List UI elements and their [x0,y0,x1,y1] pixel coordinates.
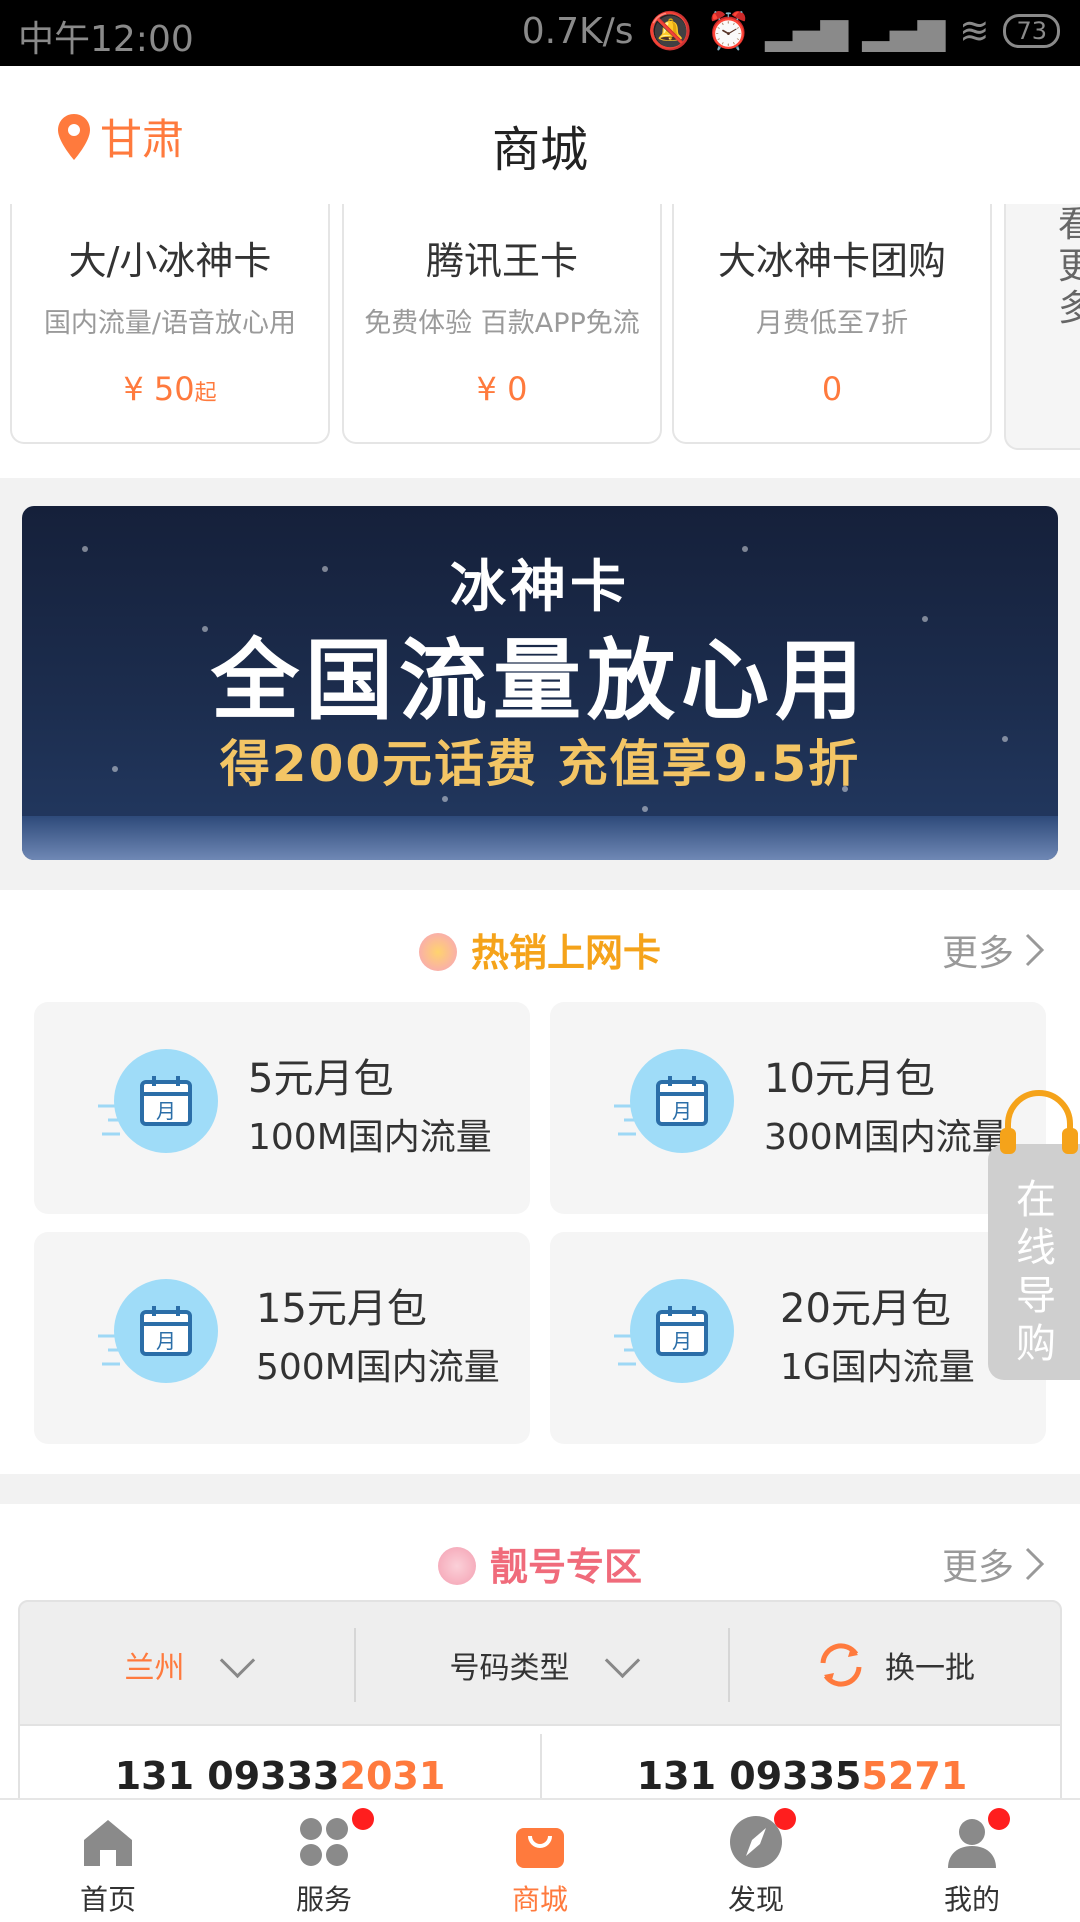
product-desc: 月费低至7折 [755,308,909,339]
package-detail: 100M国内流量 [248,1117,492,1158]
online-guide-button[interactable]: 在线导购 [988,1088,1080,1380]
chevron-right-icon [1025,1547,1045,1581]
chevron-down-icon [604,1642,640,1678]
notification-badge [774,1808,796,1830]
location-pin-icon [58,113,90,160]
promo-banner[interactable]: 冰神卡 全国流量放心用 得200元话费 充值享9.5折 [22,506,1058,860]
product-card[interactable]: 腾讯王卡 免费体验 百款APP免流 ¥ 0 [342,204,662,444]
headset-icon [1000,1090,1078,1154]
see-more-label: 看更多 [1058,204,1080,329]
svg-text:月: 月 [156,1329,176,1353]
wifi-icon: ≋ [959,10,990,52]
calendar-icon: 月 [98,1279,218,1383]
package-card[interactable]: 月 20元月包 1G国内流量 [550,1232,1046,1444]
crown-icon [437,1546,476,1585]
mute-icon: 🔕 [647,11,693,52]
hot-icon [418,932,457,971]
banner-offer: 得200元话费 充值享9.5折 [219,735,861,793]
bag-icon [516,1828,564,1868]
package-name: 15元月包 [256,1286,427,1332]
product-strip: 大/小冰神卡 国内流量/语音放心用 ¥ 50起 腾讯王卡 免费体验 百款APP免… [0,204,1080,478]
signal-icon-2: ▂▄▆ [862,10,946,52]
product-card[interactable]: 大/小冰神卡 国内流量/语音放心用 ¥ 50起 [10,204,330,444]
status-icons: 0.7K/s 🔕 ⏰ ▂▄▆ ▂▄▆ ≋ 73 [522,10,1060,52]
banner-headline: 全国流量放心用 [210,629,869,732]
signal-icon: ▂▄▆ [765,10,849,52]
number-filter-bar: 兰州 号码类型 换一批 [18,1600,1062,1726]
refresh-icon [820,1643,862,1687]
nav-home[interactable]: 首页 [0,1800,216,1922]
header: 商城 甘肃 [0,66,1080,205]
product-name: 大/小冰神卡 [68,239,272,283]
see-more-card[interactable]: 看更多 [1004,204,1080,450]
location-label: 甘肃 [100,115,185,164]
product-price: 0 [821,370,843,408]
package-detail: 500M国内流量 [256,1347,500,1388]
product-name: 腾讯王卡 [425,239,578,283]
package-detail: 1G国内流量 [780,1347,975,1388]
section-title: 热销上网卡 [0,922,1080,977]
home-icon [84,1820,132,1866]
numbers-more-link[interactable]: 更多 [942,1538,1046,1590]
status-bar: 中午12:00 0.7K/s 🔕 ⏰ ▂▄▆ ▂▄▆ ≋ 73 [0,0,1080,66]
package-card[interactable]: 月 15元月包 500M国内流量 [34,1232,530,1444]
package-card[interactable]: 月 10元月包 300M国内流量 [550,1002,1046,1214]
number-type-dropdown[interactable]: 号码类型 [356,1602,728,1728]
number-list: 131 093332031 131 093355271 [18,1726,1062,1806]
nav-service[interactable]: 服务 [216,1800,432,1922]
status-time: 中午12:00 [18,19,194,60]
city-dropdown[interactable]: 兰州 [20,1602,354,1728]
hot-more-link[interactable]: 更多 [942,924,1046,976]
alarm-icon: ⏰ [706,11,752,52]
package-name: 10元月包 [764,1056,935,1102]
product-price: ¥ 0 [476,370,528,408]
package-name: 5元月包 [248,1056,394,1102]
nav-mall[interactable]: 商城 [432,1800,648,1922]
svg-text:月: 月 [156,1099,176,1123]
section-title: 靓号专区 [0,1536,1080,1591]
grid-icon [300,1818,348,1866]
location-selector[interactable]: 甘肃 [58,106,184,167]
svg-text:月: 月 [672,1329,692,1353]
svg-text:月: 月 [672,1099,692,1123]
hot-cards-section: 热销上网卡 更多 月 5元月包 100M国内流量 月 10元月包 300M国内流 [0,890,1080,1474]
notification-badge [988,1808,1010,1830]
refresh-numbers-button[interactable]: 换一批 [730,1602,1060,1728]
package-card[interactable]: 月 5元月包 100M国内流量 [34,1002,530,1214]
chevron-down-icon [219,1642,255,1678]
phone-number[interactable]: 131 093355271 [542,1754,1062,1798]
phone-number[interactable]: 131 093332031 [20,1754,540,1798]
battery-indicator: 73 [1003,14,1060,48]
product-price: ¥ 50起 [123,370,217,408]
bottom-nav: 首页 服务 商城 发现 我的 [0,1798,1080,1922]
nav-discover[interactable]: 发现 [648,1800,864,1922]
product-desc: 免费体验 百款APP免流 [364,308,640,339]
nav-mine[interactable]: 我的 [864,1800,1080,1922]
online-guide-label: 在线导购 [1016,1177,1056,1367]
network-speed: 0.7K/s [521,10,634,52]
calendar-icon: 月 [614,1049,734,1153]
chevron-right-icon [1025,933,1045,967]
package-detail: 300M国内流量 [764,1117,1008,1158]
product-name: 大冰神卡团购 [717,239,946,283]
package-name: 20元月包 [780,1286,951,1332]
product-card[interactable]: 大冰神卡团购 月费低至7折 0 [672,204,992,444]
product-desc: 国内流量/语音放心用 [43,308,297,339]
notification-badge [352,1808,374,1830]
calendar-icon: 月 [614,1279,734,1383]
calendar-icon: 月 [98,1049,218,1153]
